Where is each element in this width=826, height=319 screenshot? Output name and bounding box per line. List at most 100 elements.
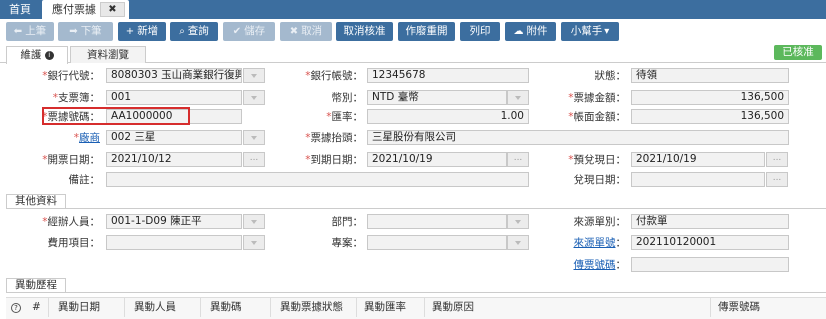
attach-label: 附件 bbox=[526, 25, 548, 37]
vendor-label: *廠商 bbox=[73, 132, 100, 144]
status-badge: 已核准 bbox=[774, 45, 822, 60]
check-book-dropdown[interactable] bbox=[243, 90, 265, 105]
col-sep bbox=[356, 298, 357, 317]
cash-date-field[interactable]: 2021/10/19 bbox=[631, 152, 765, 167]
issue-date-picker[interactable]: ... bbox=[243, 152, 265, 167]
dept-dropdown[interactable] bbox=[507, 214, 529, 229]
bank-account-label: *銀行帳號： bbox=[305, 70, 363, 82]
paid-date-field[interactable] bbox=[631, 172, 765, 187]
helper-dropdown-button[interactable]: 小幫手 ▾ bbox=[561, 22, 619, 41]
currency-field[interactable]: NTD 臺幣 bbox=[367, 90, 507, 105]
tab-home[interactable]: 首頁 bbox=[0, 0, 40, 19]
bank-account-field[interactable]: 12345678 bbox=[367, 68, 529, 83]
col-voucher-no[interactable]: 傳票號碼 bbox=[718, 298, 760, 316]
rate-label: *匯率： bbox=[326, 111, 363, 123]
vendor-link[interactable]: 廠商 bbox=[79, 132, 100, 144]
query-button[interactable]: ⌕ 查詢 bbox=[170, 22, 218, 41]
note-no-highlight bbox=[42, 107, 190, 125]
rate-field[interactable]: 1.00 bbox=[367, 109, 529, 124]
cash-date-picker[interactable]: ... bbox=[766, 152, 788, 167]
history-table-header bbox=[6, 297, 826, 319]
app-tab-bar: 首頁 應付票據 ✖ bbox=[0, 0, 826, 19]
col-change-rate[interactable]: 異動匯率 bbox=[364, 298, 406, 316]
plus-icon: + bbox=[125, 26, 135, 37]
next-record-button[interactable]: ➡ 下筆 bbox=[58, 22, 113, 41]
next-label: 下筆 bbox=[80, 25, 102, 37]
toolbar: ⬅ 上筆 ➡ 下筆 + 新增 ⌕ 查詢 ✔ 儲存 ✖ 取消 取消核准 作廢重開 列印 ☁ 附件… bbox=[0, 22, 826, 42]
bank-code-field[interactable]: 8080303 玉山商業銀行復興分 bbox=[106, 68, 242, 83]
book-amount-label: *帳面金額： bbox=[568, 111, 626, 123]
expense-label: 費用項目： bbox=[47, 237, 101, 249]
col-sep bbox=[710, 298, 711, 317]
col-change-reason[interactable]: 異動原因 bbox=[432, 298, 474, 316]
source-no-field: 202110120001 bbox=[631, 235, 789, 250]
help-icon[interactable]: ? bbox=[11, 298, 21, 316]
add-label: 新增 bbox=[137, 25, 159, 37]
expense-field[interactable] bbox=[106, 235, 242, 250]
close-icon: ✖ bbox=[289, 26, 299, 37]
close-tab-button[interactable]: ✖ bbox=[100, 2, 125, 17]
memo-field[interactable] bbox=[106, 172, 529, 187]
caret-down-icon: ▾ bbox=[604, 26, 610, 37]
currency-dropdown[interactable] bbox=[507, 90, 529, 105]
check-book-field[interactable]: 001 bbox=[106, 90, 242, 105]
due-date-picker[interactable]: ... bbox=[507, 152, 529, 167]
cancel-approve-button[interactable]: 取消核准 bbox=[336, 22, 393, 41]
handler-field[interactable]: 001-1-D09 陳正平 bbox=[106, 214, 242, 229]
project-dropdown[interactable] bbox=[507, 235, 529, 250]
due-date-field[interactable]: 2021/10/19 bbox=[367, 152, 507, 167]
subtab-bar: 維護 i 資料瀏覽 bbox=[0, 46, 826, 64]
source-no-link[interactable]: 來源單號 bbox=[574, 237, 616, 249]
other-section-divider bbox=[6, 208, 826, 209]
col-change-status[interactable]: 異動票據狀態 bbox=[280, 298, 343, 316]
source-no-label: 來源單號： bbox=[573, 237, 627, 249]
handler-label: *經辦人員： bbox=[42, 216, 100, 228]
add-button[interactable]: + 新增 bbox=[118, 22, 166, 41]
print-button[interactable]: 列印 bbox=[460, 22, 500, 41]
dept-label: 部門： bbox=[331, 216, 364, 228]
col-change-user[interactable]: 異動人員 bbox=[134, 298, 176, 316]
payee-field[interactable]: 三星股份有限公司 bbox=[367, 130, 789, 145]
col-index: # bbox=[32, 301, 41, 313]
cancel-button[interactable]: ✖ 取消 bbox=[280, 22, 332, 41]
other-section-tab[interactable]: 其他資料 bbox=[6, 194, 66, 208]
bank-code-dropdown[interactable] bbox=[243, 68, 265, 83]
project-field[interactable] bbox=[367, 235, 507, 250]
dept-field[interactable] bbox=[367, 214, 507, 229]
issue-date-label: *開票日期： bbox=[42, 154, 100, 166]
col-change-date[interactable]: 異動日期 bbox=[58, 298, 100, 316]
expense-dropdown[interactable] bbox=[243, 235, 265, 250]
void-reopen-button[interactable]: 作廢重開 bbox=[398, 22, 455, 41]
search-icon: ⌕ bbox=[179, 26, 185, 37]
voucher-no-field bbox=[631, 257, 789, 272]
arrow-left-icon: ⬅ bbox=[13, 26, 23, 37]
attachment-button[interactable]: ☁ 附件 bbox=[505, 22, 556, 41]
memo-label: 備註： bbox=[68, 174, 101, 186]
issue-date-field[interactable]: 2021/10/12 bbox=[106, 152, 242, 167]
handler-dropdown[interactable] bbox=[243, 214, 265, 229]
arrow-right-icon: ➡ bbox=[69, 26, 78, 37]
save-button[interactable]: ✔ 儲存 bbox=[223, 22, 275, 41]
col-sep bbox=[48, 298, 49, 317]
prev-record-button[interactable]: ⬅ 上筆 bbox=[6, 22, 54, 41]
tab-browse[interactable]: 資料瀏覽 bbox=[70, 46, 146, 63]
helper-label: 小幫手 bbox=[570, 25, 603, 37]
query-label: 查詢 bbox=[187, 25, 209, 37]
note-amount-field[interactable]: 136,500 bbox=[631, 90, 789, 105]
voucher-no-link[interactable]: 傳票號碼 bbox=[574, 259, 616, 271]
bank-code-label: *銀行代號： bbox=[42, 70, 100, 82]
col-sep bbox=[200, 298, 201, 317]
tab-maintain[interactable]: 維護 i bbox=[6, 46, 68, 64]
paid-date-label: 兌現日期： bbox=[573, 174, 627, 186]
info-icon: i bbox=[44, 50, 54, 60]
col-change-code[interactable]: 異動碼 bbox=[210, 298, 242, 316]
paid-date-picker[interactable]: ... bbox=[766, 172, 788, 187]
vendor-field[interactable]: 002 三星 bbox=[106, 130, 242, 145]
book-amount-field[interactable]: 136,500 bbox=[631, 109, 789, 124]
history-section-tab[interactable]: 異動歷程 bbox=[6, 278, 66, 292]
vendor-dropdown[interactable] bbox=[243, 130, 265, 145]
cash-date-label: *預兌現日： bbox=[568, 154, 626, 166]
project-label: 專案： bbox=[331, 237, 364, 249]
source-type-label: 來源單別： bbox=[573, 216, 627, 228]
col-sep bbox=[424, 298, 425, 317]
